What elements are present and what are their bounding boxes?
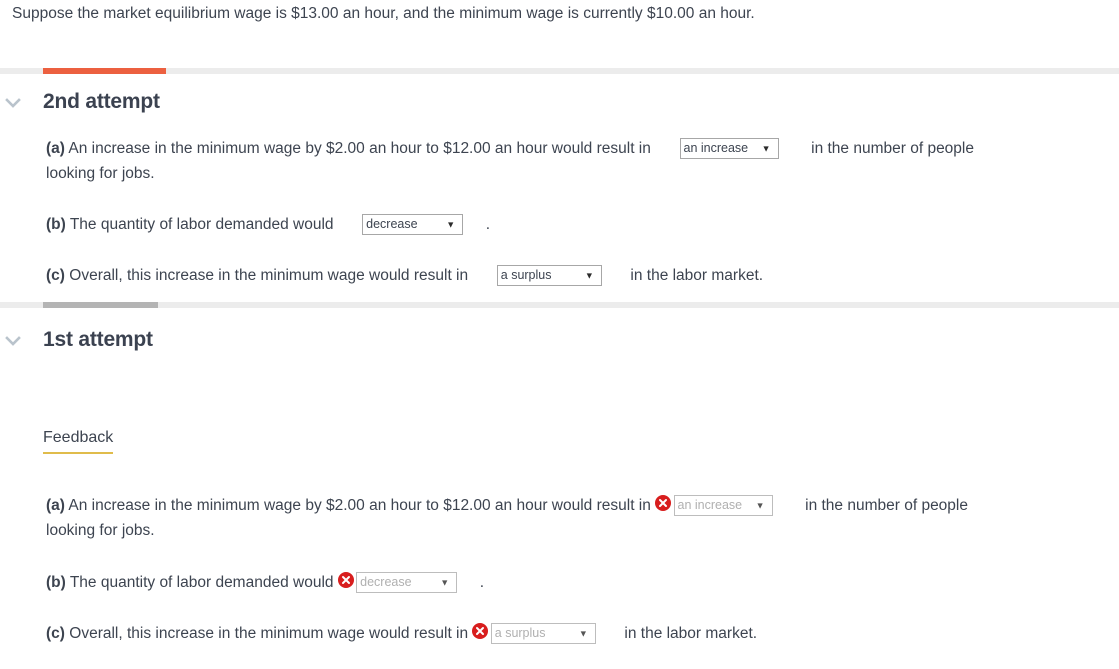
caret-down-icon: ▼ bbox=[761, 143, 771, 154]
question-text-c-1st-after: in the labor market. bbox=[624, 625, 758, 642]
error-circle-x-icon bbox=[472, 623, 489, 640]
error-icon-c-1st bbox=[472, 623, 489, 640]
answer-select-a-2nd[interactable]: an increase ▼ bbox=[679, 138, 779, 160]
question-prompt: Suppose the market equilibrium wage is $… bbox=[12, 5, 755, 22]
question-row-c-1st: (c) Overall, this increase in the minimu… bbox=[46, 621, 757, 646]
attempt-progress-segment-2nd bbox=[43, 68, 166, 74]
question-text-c-2nd: Overall, this increase in the minimum wa… bbox=[69, 267, 469, 284]
attempt-title-2nd: 2nd attempt bbox=[43, 90, 160, 113]
question-row-a-2nd: (a) An increase in the minimum wage by $… bbox=[46, 136, 1106, 186]
question-text-b-1st: The quantity of labor demanded would bbox=[69, 574, 334, 591]
answer-select-c-2nd-value: a surplus bbox=[500, 268, 552, 283]
question-row-a-1st: (a) An increase in the minimum wage by $… bbox=[46, 493, 1106, 543]
caret-down-icon: ▼ bbox=[446, 219, 456, 230]
error-icon-a-1st bbox=[655, 495, 672, 512]
chevron-down-icon bbox=[5, 336, 21, 346]
question-row-b-2nd: (b) The quantity of labor demanded would… bbox=[46, 212, 490, 237]
answer-select-c-1st: a surplus ▼ bbox=[490, 623, 596, 645]
caret-down-icon: ▼ bbox=[584, 270, 594, 281]
question-label-a-2nd: (a) bbox=[46, 140, 65, 157]
question-label-b-1st: (b) bbox=[46, 574, 66, 591]
question-text-b-1st-after: . bbox=[479, 574, 485, 591]
collapse-toggle-1st-attempt[interactable] bbox=[2, 330, 24, 352]
question-text-b-2nd: The quantity of labor demanded would bbox=[69, 216, 334, 233]
question-label-c-2nd: (c) bbox=[46, 267, 65, 284]
answer-select-b-1st: decrease ▼ bbox=[356, 572, 458, 594]
caret-down-icon: ▼ bbox=[578, 628, 588, 639]
attempt-progress-bar-1st bbox=[0, 302, 1119, 308]
question-text-c-2nd-after: in the labor market. bbox=[630, 267, 764, 284]
error-icon-b-1st bbox=[337, 572, 354, 589]
question-text-a-1st: An increase in the minimum wage by $2.00… bbox=[68, 497, 651, 514]
question-text-b-2nd-after: . bbox=[485, 216, 491, 233]
answer-select-a-1st: an increase ▼ bbox=[673, 495, 773, 517]
question-text-a-2nd: An increase in the minimum wage by $2.00… bbox=[68, 140, 651, 157]
error-circle-x-icon bbox=[655, 495, 672, 512]
question-label-a-1st: (a) bbox=[46, 497, 65, 514]
question-row-c-2nd: (c) Overall, this increase in the minimu… bbox=[46, 263, 763, 288]
question-label-b-2nd: (b) bbox=[46, 216, 66, 233]
error-circle-x-icon bbox=[337, 572, 354, 589]
question-label-c-1st: (c) bbox=[46, 625, 65, 642]
question-text-a-2nd-line2: looking for jobs. bbox=[46, 165, 155, 182]
answer-select-c-2nd[interactable]: a surplus ▼ bbox=[496, 265, 602, 287]
question-text-c-1st: Overall, this increase in the minimum wa… bbox=[69, 625, 469, 642]
question-row-b-1st: (b) The quantity of labor demanded would… bbox=[46, 570, 484, 595]
answer-select-a-1st-value: an increase bbox=[677, 498, 743, 513]
caret-down-icon: ▼ bbox=[440, 577, 450, 588]
answer-select-b-2nd-value: decrease bbox=[366, 217, 418, 232]
question-text-a-1st-after: in the number of people bbox=[805, 497, 968, 514]
answer-select-a-2nd-value: an increase bbox=[683, 141, 749, 156]
collapse-toggle-2nd-attempt[interactable] bbox=[2, 92, 24, 114]
feedback-heading: Feedback bbox=[43, 428, 114, 454]
caret-down-icon: ▼ bbox=[755, 500, 765, 511]
chevron-down-icon bbox=[5, 98, 21, 108]
attempt-title-1st: 1st attempt bbox=[43, 328, 153, 351]
attempt-progress-segment-1st bbox=[43, 302, 158, 308]
answer-select-c-1st-value: a surplus bbox=[494, 626, 546, 641]
attempt-progress-bar-2nd bbox=[0, 68, 1119, 74]
question-text-a-2nd-after: in the number of people bbox=[811, 140, 974, 157]
answer-select-b-2nd[interactable]: decrease ▼ bbox=[362, 214, 464, 236]
answer-select-b-1st-value: decrease bbox=[360, 575, 412, 590]
question-text-a-1st-line2: looking for jobs. bbox=[46, 522, 155, 539]
